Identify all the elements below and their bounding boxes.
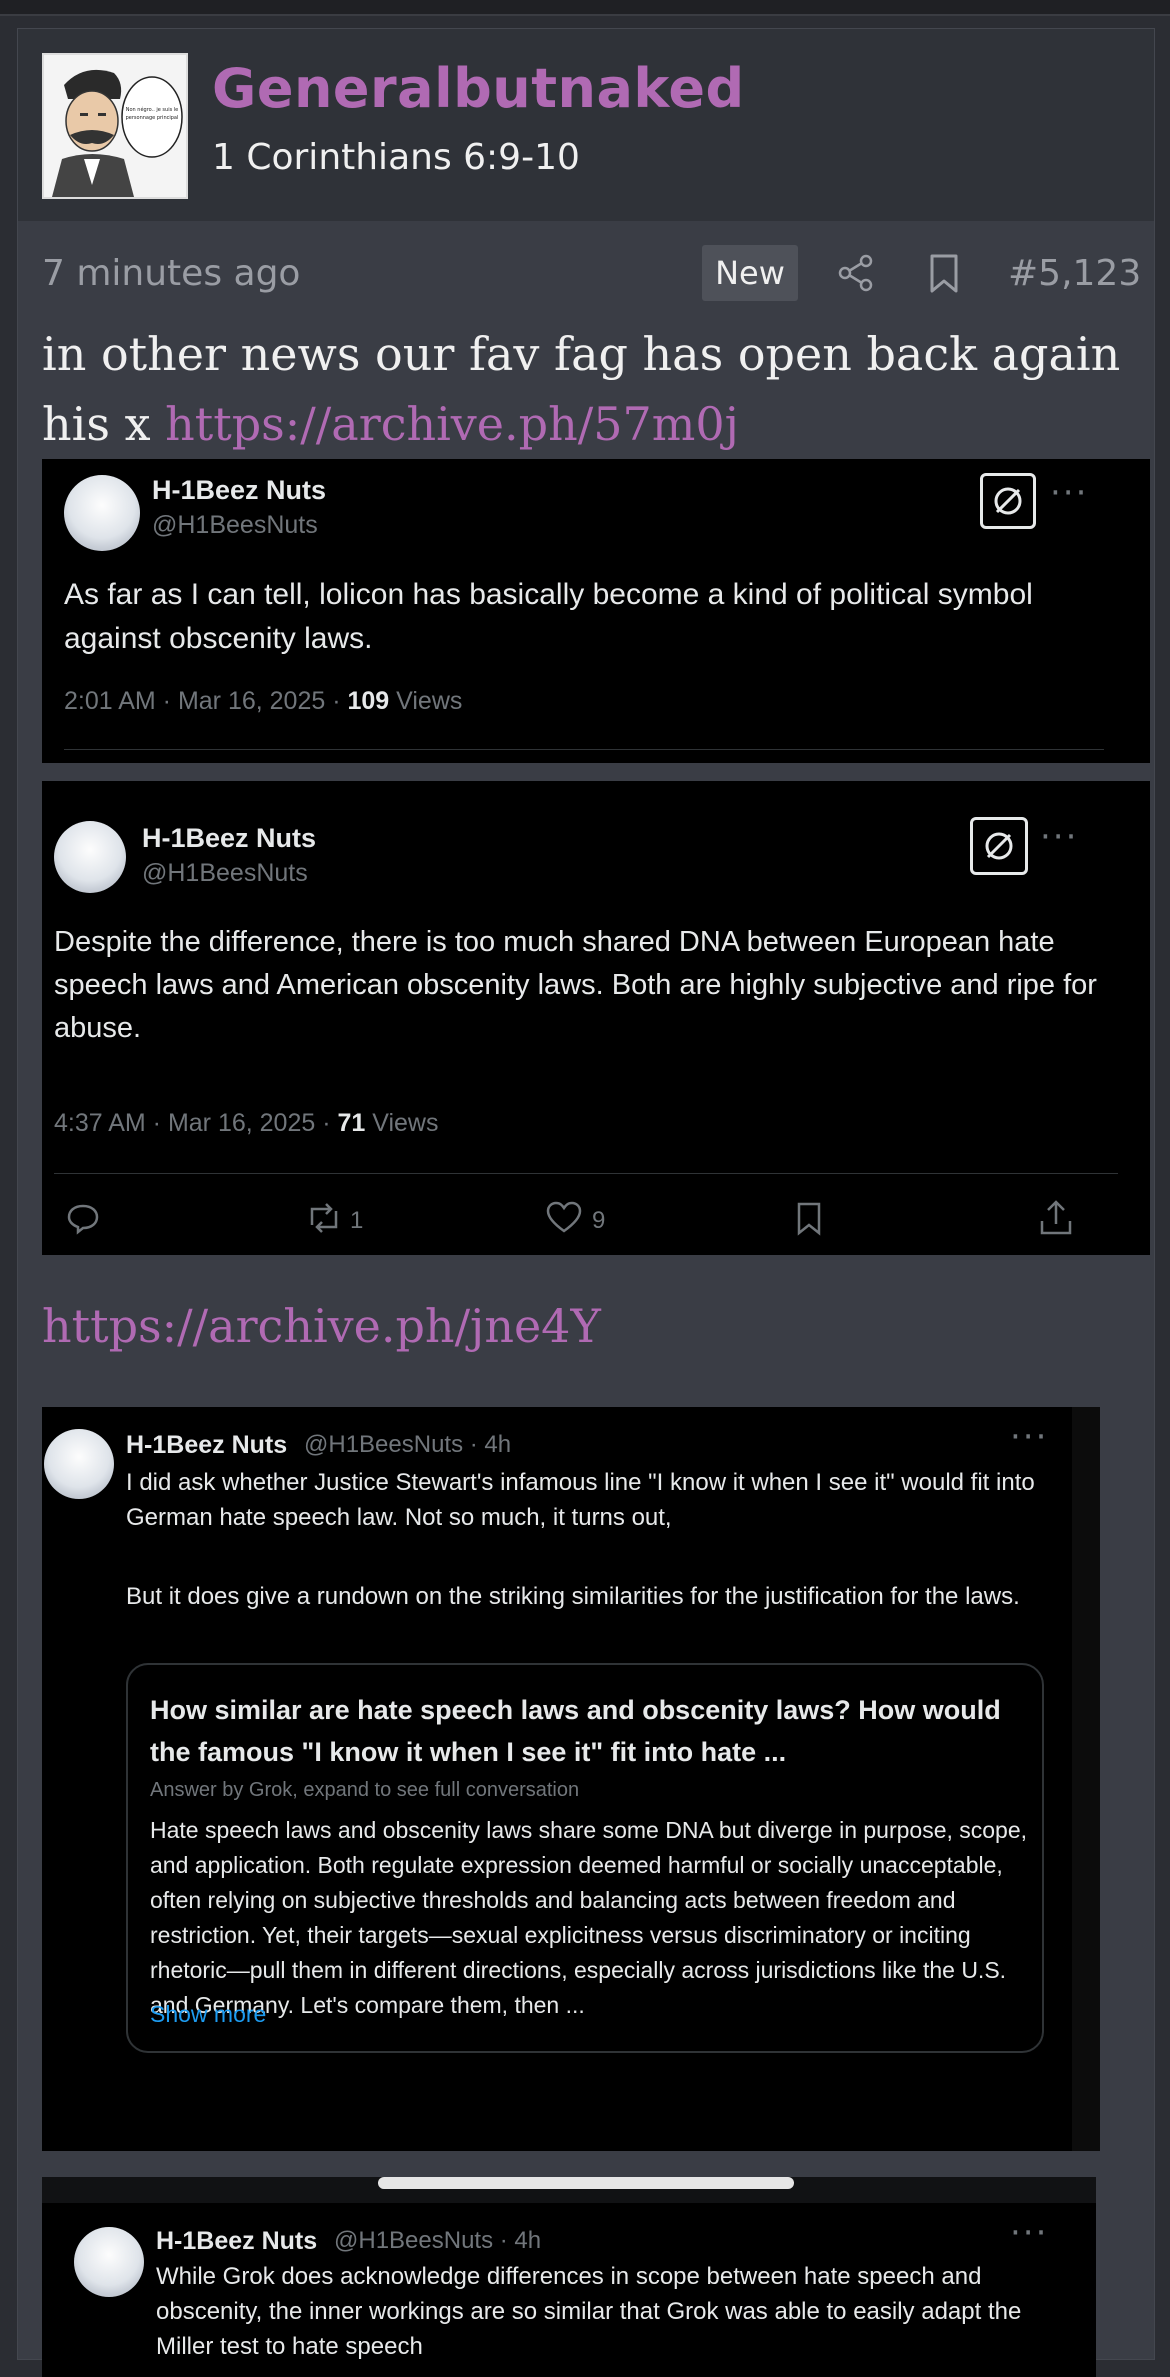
post-body: in other news our fav fag has open back … [42, 319, 1132, 459]
tweet-avatar [64, 475, 140, 551]
grok-card-body: Hate speech laws and obscenity laws shar… [150, 1817, 1028, 2018]
post-number[interactable]: #5,123 [1008, 253, 1141, 294]
tweet-author-handle: @H1BeesNuts · 4h [304, 1431, 512, 1458]
tweet-screenshot-1[interactable]: H-1Beez Nuts @H1BeesNuts ··· As far as I… [42, 459, 1150, 763]
more-options-icon: ··· [1010, 1417, 1049, 1457]
tweet-avatar [54, 821, 126, 893]
avatar-image: Non négro.. je suis le personnage princi… [44, 55, 186, 197]
avatar-caption-line1: Non négro.. je suis le [126, 106, 179, 113]
share-icon[interactable] [836, 253, 876, 293]
tweet-text-part1: I did ask whether Justice Stewart's infa… [126, 1469, 1035, 1531]
tweet-views-count: 109 [347, 687, 390, 715]
tweet-text: While Grok does acknowledge differences … [156, 2263, 1022, 2360]
tweet-views-label: Views [365, 1109, 439, 1137]
tweet-text: Despite the difference, there is too muc… [54, 926, 1097, 1044]
tweet-text-part2: But it does give a rundown on the striki… [126, 1583, 1020, 1610]
grok-card-subtitle: Answer by Grok, expand to see full conve… [150, 1779, 580, 1801]
post-timestamp[interactable]: 7 minutes ago [42, 253, 300, 294]
home-indicator[interactable] [378, 2177, 794, 2189]
tweet-bottom-edge [42, 1255, 1150, 1277]
grok-icon [970, 817, 1028, 875]
forum-post: Non négro.. je suis le personnage princi… [17, 28, 1155, 2377]
tweet-meta: 4:37 AM · Mar 16, 2025 · 71 Views [54, 1109, 438, 1138]
more-options-icon: ··· [1040, 817, 1079, 857]
tweet-author-name: H-1Beez Nuts [126, 1431, 288, 1459]
share-icon [1040, 1200, 1072, 1235]
avatar-caption-line2: personnage principal [126, 115, 179, 121]
tweet-edge [1072, 1407, 1100, 2151]
grok-answer-card[interactable]: How similar are hate speech laws and obs… [126, 1663, 1044, 2053]
like-count: 9 [592, 1207, 606, 1234]
tweet-views-label: Views [389, 687, 463, 715]
tweet-author-name: H-1Beez Nuts [156, 2227, 318, 2255]
like-icon [546, 1201, 582, 1233]
tweet-author-handle: @H1BeesNuts [152, 511, 318, 539]
grok-card-title: How similar are hate speech laws and obs… [150, 1695, 1001, 1767]
tweet-screenshot-3[interactable]: H-1Beez Nuts @H1BeesNuts · 4h ··· I did … [42, 1407, 1100, 2151]
more-options-icon: ··· [1010, 2213, 1049, 2253]
tweet-author-name: H-1Beez Nuts [152, 475, 327, 505]
tweet-views-count: 71 [337, 1109, 366, 1137]
new-badge: New [702, 245, 798, 301]
username-link[interactable]: Generalbutnaked [212, 57, 745, 120]
tweet-screenshot-4[interactable]: H-1Beez Nuts @H1BeesNuts · 4h ··· While … [42, 2177, 1096, 2377]
tweet-text: As far as I can tell, lolicon has basica… [64, 578, 1033, 655]
more-options-icon: ··· [1050, 473, 1089, 513]
tweet-time: 4:37 AM · Mar 16, 2025 · [54, 1109, 338, 1137]
tweet-avatar [44, 1429, 114, 1499]
post-header: Non négro.. je suis le personnage princi… [18, 29, 1154, 221]
archive-link-2[interactable]: https://archive.ph/jne4Y [42, 1299, 601, 1353]
tweet-author-handle: @H1BeesNuts [142, 859, 308, 887]
grok-icon [980, 473, 1036, 529]
tweet-screenshot-2[interactable]: H-1Beez Nuts @H1BeesNuts ··· Despite the… [42, 781, 1150, 1277]
archive-link-1[interactable]: https://archive.ph/57m0j [165, 397, 739, 451]
tweet-divider [54, 1173, 1118, 1174]
tweet-author-name: H-1Beez Nuts [142, 823, 317, 853]
retweet-count: 1 [350, 1207, 364, 1234]
user-avatar[interactable]: Non négro.. je suis le personnage princi… [42, 53, 188, 199]
reply-icon [67, 1204, 99, 1235]
top-bar [0, 0, 1170, 16]
tweet-meta: 2:01 AM · Mar 16, 2025 · 109 Views [64, 687, 462, 716]
post-body-link: https://archive.ph/jne4Y [42, 1291, 1132, 1361]
retweet-icon [310, 1203, 338, 1233]
bookmark-icon[interactable] [926, 253, 962, 295]
tweet-author-handle: @H1BeesNuts · 4h [334, 2227, 542, 2254]
tweet-divider [64, 749, 1104, 750]
tweet-time: 2:01 AM · Mar 16, 2025 · [64, 687, 348, 715]
post-meta-row: 7 minutes ago New #5,123 [18, 243, 1154, 303]
show-more-link[interactable]: Show more [150, 2001, 266, 2028]
bookmark-icon [797, 1202, 821, 1236]
user-title: 1 Corinthians 6:9-10 [212, 137, 580, 178]
tweet-avatar [74, 2227, 144, 2297]
